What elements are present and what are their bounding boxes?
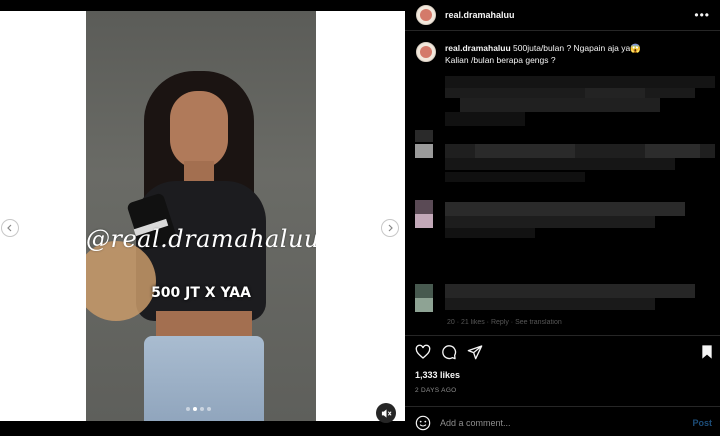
comment-divider xyxy=(405,406,720,407)
action-bar xyxy=(415,344,715,362)
comment-input[interactable] xyxy=(440,418,660,428)
person-face xyxy=(170,91,228,169)
next-slide-button[interactable] xyxy=(381,219,399,237)
caption: real.dramahaluu 500juta/bulan ? Ngapain … xyxy=(416,42,695,66)
post-button[interactable]: Post xyxy=(692,418,712,428)
blurred-comments xyxy=(415,72,720,328)
media-panel: @real.dramahaluu 500 JT X YAA xyxy=(0,11,405,423)
header-username[interactable]: real.dramahaluu xyxy=(445,10,515,20)
avatar[interactable] xyxy=(416,5,436,25)
emoji-icon[interactable] xyxy=(415,415,431,431)
send-icon[interactable] xyxy=(467,344,483,360)
carousel-dot xyxy=(200,407,204,411)
mute-button[interactable] xyxy=(376,403,396,423)
heart-icon[interactable] xyxy=(415,344,431,360)
post-header: real.dramahaluu ••• xyxy=(405,0,720,30)
bookmark-icon[interactable] xyxy=(699,344,715,360)
caption-line-1: 500juta/bulan ? Ngapain aja ya😱 xyxy=(513,43,641,53)
caption-line-2: Kalian /bulan berapa gengs ? xyxy=(445,55,556,65)
carousel-dots xyxy=(186,407,211,411)
carousel-dot xyxy=(186,407,190,411)
post-timestamp[interactable]: 2 DAYS AGO xyxy=(415,387,457,394)
likes-count[interactable]: 1,333 likes xyxy=(415,370,460,380)
chevron-left-icon xyxy=(7,224,12,232)
comment-icon[interactable] xyxy=(441,344,457,360)
video-player[interactable]: @real.dramahaluu 500 JT X YAA xyxy=(86,11,316,421)
chevron-right-icon xyxy=(388,224,393,232)
carousel-dot-active xyxy=(193,407,197,411)
caption-username[interactable]: real.dramahaluu xyxy=(445,43,511,53)
video-overlay-text: 500 JT X YAA xyxy=(151,285,251,301)
post-details-panel: real.dramahaluu ••• real.dramahaluu 500j… xyxy=(405,0,720,436)
previous-slide-button[interactable] xyxy=(1,219,19,237)
caption-avatar[interactable] xyxy=(416,42,436,62)
muted-speaker-icon xyxy=(381,408,391,418)
more-icon[interactable]: ••• xyxy=(694,8,710,22)
caption-text: real.dramahaluu 500juta/bulan ? Ngapain … xyxy=(445,42,695,66)
comment-bar: Post xyxy=(405,410,720,436)
actions-divider xyxy=(405,335,720,336)
video-watermark: @real.dramahaluu xyxy=(86,225,316,253)
header-divider xyxy=(405,30,720,31)
comment-meta: 20 · 21 likes · Reply · See translation xyxy=(447,319,562,326)
carousel-dot xyxy=(207,407,211,411)
